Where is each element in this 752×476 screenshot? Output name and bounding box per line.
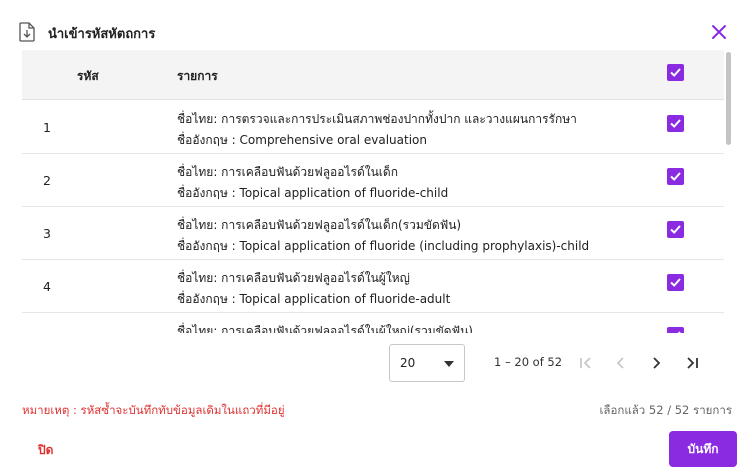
row-thai-name: ชื่อไทย: การตรวจและการประเมินสภาพช่องปาก… xyxy=(177,112,577,126)
row-thai-name: ชื่อไทย: การเคลือบฟันด้วยฟลูออไรด์ในเด็ก… xyxy=(177,218,462,232)
row-checkbox[interactable] xyxy=(667,168,684,185)
row-code: 1 xyxy=(43,120,51,135)
check-icon xyxy=(670,119,681,128)
caret-down-icon xyxy=(444,361,454,367)
row-thai-name: ชื่อไทย: การเคลือบฟันด้วยฟลูออไรด์ในผู้ใ… xyxy=(177,271,410,285)
header-item: รายการ xyxy=(177,69,218,83)
check-icon xyxy=(670,225,681,234)
row-english-name: ชื่ออังกฤษ : Topical application of fluo… xyxy=(177,186,449,200)
close-icon[interactable] xyxy=(708,21,730,43)
row-thai-name: ชื่อไทย: การเคลือบฟันด้วยฟลูออไรด์ในเด็ก xyxy=(177,165,398,179)
row-code: 4 xyxy=(43,279,51,294)
table-row: 1 ชื่อไทย: การตรวจและการประเมินสภาพช่องป… xyxy=(22,101,724,154)
row-checkbox[interactable] xyxy=(667,115,684,132)
selected-count: เลือกแล้ว 52 / 52 รายการ xyxy=(599,403,733,417)
duplicate-note: หมายเหตุ : รหัสซ้ำจะบันทึกทับข้อมูลเดิมใ… xyxy=(22,403,285,417)
row-code: 2 xyxy=(43,173,51,188)
header-code: รหัส xyxy=(77,69,99,83)
page-size-value: 20 xyxy=(400,356,416,370)
first-page-icon[interactable] xyxy=(575,352,597,374)
select-all-checkbox[interactable] xyxy=(667,64,684,81)
table-row: 3 ชื่อไทย: การเคลือบฟันด้วยฟลูออไรด์ในเด… xyxy=(22,207,724,260)
scrollbar-thumb[interactable] xyxy=(726,52,731,145)
codes-table: รหัส รายการ 1 ชื่อไทย: การตรวจและการประเ… xyxy=(22,50,724,333)
next-page-icon[interactable] xyxy=(645,352,667,374)
table-header: รหัส รายการ xyxy=(22,50,724,100)
row-english-name: ชื่ออังกฤษ : Topical application of fluo… xyxy=(177,292,451,306)
row-thai-name: ชื่อไทย: การเคลือบฟันด้วยฟลูออไรด์ในผู้ใ… xyxy=(177,324,473,333)
last-page-icon[interactable] xyxy=(681,352,703,374)
check-icon xyxy=(670,172,681,181)
row-english-name: ชื่ออังกฤษ : Comprehensive oral evaluati… xyxy=(177,133,427,147)
dialog-header: นำเข้ารหัสหัตถการ xyxy=(0,0,752,50)
row-checkbox[interactable] xyxy=(667,274,684,291)
document-import-icon xyxy=(18,22,36,42)
pagination: 20 1 – 20 of 52 xyxy=(0,344,752,384)
dialog-title: นำเข้ารหัสหัตถการ xyxy=(48,27,156,42)
table-scrollbar[interactable] xyxy=(726,50,732,333)
page-size-select[interactable]: 20 xyxy=(389,344,465,382)
row-english-name: ชื่ออังกฤษ : Topical application of fluo… xyxy=(177,239,590,253)
check-icon xyxy=(670,68,681,77)
page-range: 1 – 20 of 52 xyxy=(494,355,563,369)
prev-page-icon[interactable] xyxy=(610,352,632,374)
save-button[interactable]: บันทึก xyxy=(669,431,737,467)
row-code: 3 xyxy=(43,226,51,241)
check-icon xyxy=(670,278,681,287)
row-checkbox[interactable] xyxy=(667,327,684,333)
row-checkbox[interactable] xyxy=(667,221,684,238)
table-row: ชื่อไทย: การเคลือบฟันด้วยฟลูออไรด์ในผู้ใ… xyxy=(22,313,724,333)
check-icon xyxy=(677,331,681,333)
close-button[interactable]: ปิด xyxy=(38,441,53,460)
table-row: 2 ชื่อไทย: การเคลือบฟันด้วยฟลูออไรด์ในเด… xyxy=(22,154,724,207)
table-row: 4 ชื่อไทย: การเคลือบฟันด้วยฟลูออไรด์ในผู… xyxy=(22,260,724,313)
